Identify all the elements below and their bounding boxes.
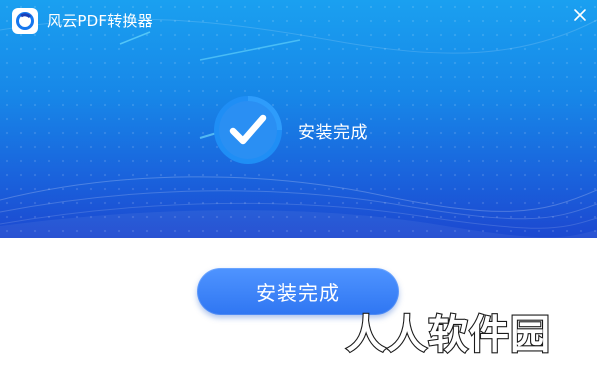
watermark-logo: 人人软件园 [345,311,551,359]
header-banner: 风云PDF转换器 安装完成 [0,0,597,238]
app-title: 风云PDF转换器 [47,12,153,30]
title-bar: 风云PDF转换器 [0,0,597,40]
status-label: 安装完成 [298,122,368,143]
close-icon [574,9,586,21]
close-button[interactable] [569,4,591,26]
watermark-text: 人人软件园 [346,312,551,358]
app-logo-icon [12,8,38,34]
check-circle-icon [214,96,282,164]
install-status: 安装完成 [214,96,368,164]
